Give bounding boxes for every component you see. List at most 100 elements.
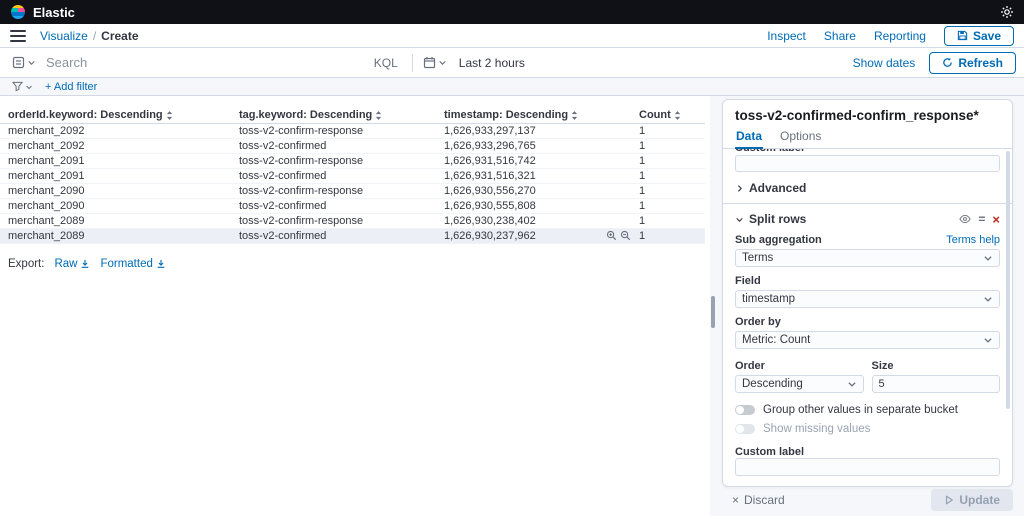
table-row: merchant_2090 toss-v2-confirmed 1,626,930,… — [0, 198, 705, 214]
close-icon: × — [732, 493, 740, 507]
table-cell[interactable]: 1 — [635, 198, 705, 214]
chevron-down-icon — [28, 60, 35, 65]
discard-button[interactable]: × Discard — [732, 493, 785, 507]
chevron-down-icon — [26, 85, 32, 89]
saved-query-icon — [12, 56, 25, 69]
order-select[interactable]: Descending — [735, 375, 864, 393]
chevron-down-icon — [439, 60, 446, 65]
column-header-tag[interactable]: tag.keyword: Descending — [235, 108, 440, 124]
time-range-button[interactable]: Last 2 hours — [459, 56, 525, 70]
group-other-toggle-row: Group other values in separate bucket — [735, 404, 1000, 416]
breadcrumb-visualize[interactable]: Visualize — [40, 29, 88, 43]
custom-label-input[interactable] — [735, 458, 1000, 476]
advanced-accordion-bottom[interactable]: Advanced — [735, 485, 1000, 486]
table-cell[interactable]: 1,626,931,516,321 — [440, 168, 635, 184]
table-cell[interactable]: toss-v2-confirmed — [235, 138, 440, 154]
order-by-select[interactable]: Metric: Count — [735, 331, 1000, 349]
table-cell[interactable]: toss-v2-confirm-response — [235, 213, 440, 229]
remove-aggregation-icon[interactable]: × — [992, 213, 1000, 226]
table-cell[interactable]: 1,626,930,237,962 — [440, 228, 635, 244]
tab-options[interactable]: Options — [779, 127, 822, 148]
column-header-orderid[interactable]: orderId.keyword: Descending — [0, 108, 235, 124]
kql-language-button[interactable]: KQL — [366, 56, 406, 70]
share-link[interactable]: Share — [824, 29, 856, 43]
table-cell[interactable]: 1 — [635, 123, 705, 139]
table-cell[interactable]: 1 — [635, 153, 705, 169]
filter-for-icon[interactable] — [606, 230, 617, 241]
export-raw-link[interactable]: Raw — [54, 258, 90, 270]
tab-data[interactable]: Data — [735, 127, 764, 149]
filter-out-icon[interactable] — [620, 230, 631, 241]
sort-icon — [571, 110, 578, 120]
table-cell[interactable]: merchant_2090 — [0, 183, 235, 199]
table-cell[interactable]: 1,626,930,238,402 — [440, 213, 635, 229]
custom-label-input-top[interactable] — [735, 155, 1000, 172]
table-cell[interactable]: toss-v2-confirmed — [235, 198, 440, 214]
group-other-toggle[interactable] — [735, 405, 755, 415]
table-cell[interactable]: 1,626,930,555,808 — [440, 198, 635, 214]
table-cell[interactable]: merchant_2092 — [0, 123, 235, 139]
drag-handle-icon[interactable]: = — [978, 212, 985, 226]
sort-icon — [376, 110, 382, 120]
column-header-timestamp[interactable]: timestamp: Descending — [440, 108, 635, 124]
column-header-count[interactable]: Count — [635, 108, 705, 124]
table-cell[interactable]: toss-v2-confirm-response — [235, 183, 440, 199]
filter-options-button[interactable] — [8, 81, 37, 92]
sub-aggregation-select[interactable]: Terms — [735, 249, 1000, 267]
editor-scroll-area: Custom label Advanced Split rows — [723, 149, 1012, 486]
table-cell[interactable]: 1 — [635, 183, 705, 199]
size-label: Size — [871, 360, 894, 372]
saved-query-menu-button[interactable] — [8, 56, 40, 69]
add-filter-button[interactable]: + Add filter — [45, 81, 97, 93]
export-formatted-link[interactable]: Formatted — [100, 258, 165, 270]
elastic-logo-icon — [11, 5, 25, 19]
field-select[interactable]: timestamp — [735, 290, 1000, 308]
custom-label-label: Custom label — [735, 446, 805, 458]
date-picker-menu-button[interactable] — [419, 56, 451, 69]
size-input[interactable] — [871, 375, 1000, 393]
group-other-toggle-label: Group other values in separate bucket — [763, 404, 958, 416]
vertical-scrollbar[interactable] — [710, 96, 716, 516]
scrollbar-thumb[interactable] — [711, 296, 715, 328]
table-cell[interactable]: merchant_2089 — [0, 213, 235, 229]
show-missing-toggle-row: Show missing values — [735, 423, 1000, 435]
table-cell[interactable]: 1 — [635, 168, 705, 184]
table-cell[interactable]: merchant_2089 — [0, 228, 235, 244]
save-button[interactable]: Save — [943, 25, 1014, 46]
search-input[interactable] — [46, 55, 366, 70]
advanced-accordion-top[interactable]: Advanced — [735, 181, 1000, 195]
table-cell[interactable]: 1 — [635, 138, 705, 154]
refresh-button[interactable]: Refresh — [929, 51, 1016, 74]
update-button[interactable]: Update — [931, 489, 1013, 511]
table-cell[interactable]: merchant_2091 — [0, 168, 235, 184]
table-cell[interactable]: merchant_2090 — [0, 198, 235, 214]
reporting-link[interactable]: Reporting — [874, 29, 926, 43]
table-row: merchant_2091 toss-v2-confirm-response 1,6… — [0, 153, 705, 169]
table-cell[interactable]: toss-v2-confirmed — [235, 228, 440, 244]
menu-icon[interactable] — [10, 29, 26, 42]
table-cell[interactable]: 1 — [635, 213, 705, 229]
terms-help-link[interactable]: Terms help — [946, 234, 1000, 246]
editor-footer: × Discard Update — [716, 487, 1024, 515]
table-cell[interactable]: merchant_2091 — [0, 153, 235, 169]
table-cell[interactable]: 1,626,931,516,742 — [440, 153, 635, 169]
table-cell[interactable]: 1,626,930,556,270 — [440, 183, 635, 199]
order-by-label: Order by — [735, 316, 781, 328]
table-cell[interactable]: 1 — [635, 228, 705, 244]
table-cell[interactable]: toss-v2-confirmed — [235, 168, 440, 184]
table-cell[interactable]: 1,626,933,296,765 — [440, 138, 635, 154]
gear-icon[interactable] — [1000, 5, 1014, 19]
show-dates-button[interactable]: Show dates — [853, 56, 916, 70]
chevron-down-icon[interactable] — [735, 215, 744, 224]
brand-title: Elastic — [33, 4, 75, 20]
table-cell[interactable]: merchant_2092 — [0, 138, 235, 154]
split-rows-title: Split rows — [749, 212, 807, 226]
sidebar-scrollbar[interactable] — [1006, 151, 1010, 409]
sub-aggregation-row: Sub aggregation Terms help — [735, 234, 1000, 246]
table-cell[interactable]: 1,626,933,297,137 — [440, 123, 635, 139]
field-label: Field — [735, 275, 761, 287]
table-cell[interactable]: toss-v2-confirm-response — [235, 123, 440, 139]
table-cell[interactable]: toss-v2-confirm-response — [235, 153, 440, 169]
eye-icon[interactable] — [959, 213, 972, 225]
inspect-link[interactable]: Inspect — [767, 29, 806, 43]
